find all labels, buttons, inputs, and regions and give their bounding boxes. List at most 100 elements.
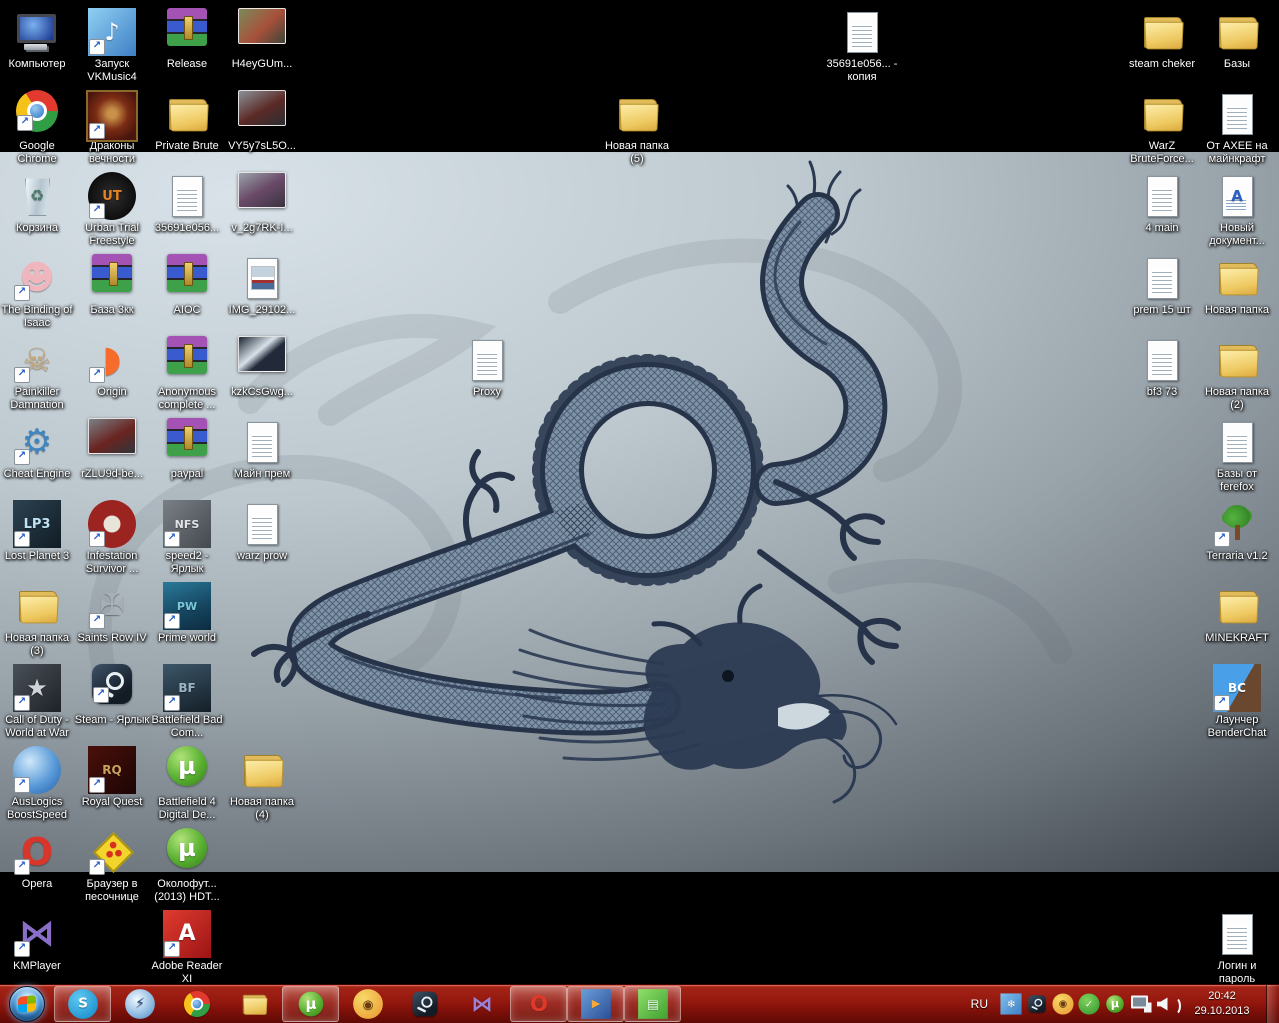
taskbar-button-windows-explorer[interactable] xyxy=(225,986,282,1022)
desktop-icon-battlefield-bc[interactable]: BF ↗ Battlefield Bad Com... xyxy=(149,664,225,740)
tray-icon-agent-online[interactable]: ✓ xyxy=(1077,993,1100,1016)
show-desktop-button[interactable] xyxy=(1266,985,1279,1023)
desktop-icon-auslogics-boostspeed[interactable]: ↗ AusLogics BoostSpeed xyxy=(0,746,75,822)
taskbar-button-chrome[interactable] xyxy=(168,986,225,1022)
desktop-icon-prime-world[interactable]: PW ↗ Prime world xyxy=(149,582,225,645)
desktop-icon-4-main[interactable]: 4 main xyxy=(1124,172,1200,235)
warz-bruteforce-icon xyxy=(1138,90,1186,138)
language-indicator[interactable]: RU xyxy=(963,997,996,1011)
desktop-icon-anonymous-complete[interactable]: Anonymous complete ... xyxy=(149,336,225,412)
desktop-icon-adobe-reader-xi[interactable]: A ↗ Adobe Reader XI xyxy=(149,910,225,986)
desktop-icon-royal-quest[interactable]: RQ ↗ Royal Quest xyxy=(74,746,150,809)
desktop-icon-h4eygum[interactable]: H4eyGUm... xyxy=(224,8,300,71)
desktop-icon-paypal[interactable]: paypal xyxy=(149,418,225,481)
desktop-icon-steam-cheker[interactable]: steam cheker xyxy=(1124,8,1200,71)
taskbar-button-windows-media-player[interactable]: ▶ xyxy=(567,986,624,1022)
desktop-icon-bazy-ot-ferefox[interactable]: Базы от ferefox xyxy=(1199,418,1275,494)
kmplayer-glyph: ⋈ xyxy=(470,991,493,1017)
desktop-icon-speed2[interactable]: NFS ↗ speed2 - Ярлык xyxy=(149,500,225,576)
desktop-icon-login-i-parol[interactable]: Логин и пароль xyxy=(1199,910,1275,986)
mediaget-icon: ◉ xyxy=(352,989,383,1019)
desktop-icon-aioc[interactable]: AIOC xyxy=(149,254,225,317)
desktop-icon-label: IMG_29102... xyxy=(228,304,296,316)
desktop-icon-v2g7rk[interactable]: v_2g7RK-I... xyxy=(224,172,300,235)
clock[interactable]: 20:42 29.10.2013 xyxy=(1184,989,1260,1019)
desktop-icon-urban-trial[interactable]: UT ↗ Urban Trial Freestyle xyxy=(74,172,150,248)
tray-icon-steam[interactable] xyxy=(1025,993,1048,1016)
taskbar-button-daemon-tools[interactable]: ⚡ xyxy=(111,986,168,1022)
shortcut-arrow-overlay: ↗ xyxy=(93,687,109,703)
painkiller-damnation-icon: ☠ ↗ xyxy=(13,336,61,384)
taskbar-button-utorrent[interactable]: µ xyxy=(282,986,339,1022)
desktop-icon-kzkcsgwg[interactable]: kzkCsGwg... xyxy=(224,336,300,399)
desktop-icon-release[interactable]: Release xyxy=(149,8,225,71)
desktop-icon-new-document[interactable]: A Новый документ... xyxy=(1199,172,1275,248)
start-button[interactable] xyxy=(0,985,54,1023)
taskbar-button-kmplayer[interactable]: ⋈ xyxy=(453,986,510,1022)
desktop-icon-painkiller-damnation[interactable]: ☠ ↗ Painkiller Damnation xyxy=(0,336,75,412)
tray-icon-utorrent[interactable]: µ xyxy=(1103,993,1126,1016)
desktop-icon-binding-of-isaac[interactable]: ☻ ↗ The Binding of Isaac xyxy=(0,254,75,330)
desktop-icon-new-folder-5[interactable]: Новая папка (5) xyxy=(599,90,675,166)
desktop-icon-warz-prow[interactable]: warz prow xyxy=(224,500,300,563)
desktop-icon-label: VY5y7sL5O... xyxy=(228,140,296,152)
desktop-icon-terraria[interactable]: ↗ Terraria v1.2 xyxy=(1199,500,1275,563)
desktop-icon-okolofutbola-torrent[interactable]: µ Околофут... (2013) HDT... xyxy=(149,828,225,904)
desktop-icon-drakony-vechnosti[interactable]: ↗ Драконы вечности xyxy=(74,90,150,166)
desktop-icon-main-prem[interactable]: Майн прем xyxy=(224,418,300,481)
desktop-icon-lost-planet-3[interactable]: LP3 ↗ Lost Planet 3 xyxy=(0,500,75,563)
taskbar-button-steam[interactable] xyxy=(396,986,453,1022)
desktop-icon-label: KMPlayer xyxy=(13,960,61,972)
desktop-icon-doc-35691e056-copy[interactable]: 35691e056... - копия xyxy=(824,8,900,84)
tray-icon-mediaget[interactable]: ◉ xyxy=(1051,993,1074,1016)
new-folder-icon xyxy=(1213,254,1261,302)
desktop-icon-new-folder-4[interactable]: Новая папка (4) xyxy=(224,746,300,822)
desktop-icon-img-29102[interactable]: IMG_29102... xyxy=(224,254,300,317)
desktop-icon-new-folder-3[interactable]: Новая папка (3) xyxy=(0,582,75,658)
desktop-icon-new-folder-2[interactable]: Новая папка (2) xyxy=(1199,336,1275,412)
desktop-icon-kmplayer[interactable]: ⋈ ↗ KMPlayer xyxy=(0,910,75,973)
desktop-icon-private-brute[interactable]: Private Brute xyxy=(149,90,225,153)
urban-trial-icon: UT ↗ xyxy=(88,172,136,220)
desktop-icon-doc-35691e056[interactable]: 35691e056... xyxy=(149,172,225,235)
desktop-icon-minekraft[interactable]: MINEKRAFT xyxy=(1199,582,1275,645)
taskbar-button-opera[interactable]: O xyxy=(510,986,567,1022)
desktop-icon-call-of-duty-waw[interactable]: ★ ↗ Call of Duty - World at War xyxy=(0,664,75,740)
desktop-icon-rzlu9d[interactable]: rZLU9d-be... xyxy=(74,418,150,481)
desktop-icon-ot-axee[interactable]: От AXEE на майнкрафт xyxy=(1199,90,1275,166)
desktop-icon-sandbox-browser[interactable]: ↗ Браузер в песочнице xyxy=(74,828,150,904)
desktop-icon-label: H4eyGUm... xyxy=(231,58,293,70)
desktop-icon-vkmusic4[interactable]: ♪ ↗ Запуск VKMusic4 xyxy=(74,8,150,84)
desktop-icon-battlefield-4-torrent[interactable]: µ Battlefield 4 Digital De... xyxy=(149,746,225,822)
desktop-icon-launcher-benderchat[interactable]: BC ↗ Лаунчер BenderChat xyxy=(1199,664,1275,740)
tray-icon-vkmusic[interactable]: ❄ xyxy=(999,993,1022,1016)
desktop-icon-cheat-engine[interactable]: ⚙ ↗ Cheat Engine xyxy=(0,418,75,481)
desktop-icon-label: Новая папка (3) xyxy=(4,632,70,657)
skype-icon: S xyxy=(67,989,98,1019)
desktop-icon-opera[interactable]: O ↗ Opera xyxy=(0,828,75,891)
tray-icon-volume[interactable] xyxy=(1155,993,1181,1016)
shortcut-arrow-overlay: ↗ xyxy=(89,367,105,383)
desktop-icon-baza-3kk[interactable]: База 3кк xyxy=(74,254,150,317)
desktop-icon-steam-shortcut[interactable]: ↗ Steam - Ярлык xyxy=(74,664,150,727)
desktop-icon-bazy[interactable]: Базы xyxy=(1199,8,1275,71)
desktop-icon-computer[interactable]: Компьютер xyxy=(0,8,75,71)
desktop-icon-recycle-bin[interactable]: ♻ Корзина xyxy=(0,172,75,235)
desktop-icon-infestation[interactable]: ↗ Infestation Survivor ... xyxy=(74,500,150,576)
taskbar-button-mediaget[interactable]: ◉ xyxy=(339,986,396,1022)
new-folder-5-icon xyxy=(613,90,661,138)
desktop-icon-google-chrome[interactable]: ↗ Google Chrome xyxy=(0,90,75,166)
taskbar-button-notepad[interactable]: ▤ xyxy=(624,986,681,1022)
tray-icon-network[interactable] xyxy=(1129,993,1152,1016)
desktop-icon-saints-row-iv[interactable]: ✠ ↗ Saints Row IV xyxy=(74,582,150,645)
desktop-icon-new-folder[interactable]: Новая папка xyxy=(1199,254,1275,317)
desktop-icon-proxy[interactable]: Proxy xyxy=(449,336,525,399)
desktop-icon-prem-15[interactable]: prem 15 шт xyxy=(1124,254,1200,317)
desktop-icon-vy5y7sl5o[interactable]: VY5y7sL5O... xyxy=(224,90,300,153)
desktop-icon-warz-bruteforce[interactable]: WarZ BruteForce... xyxy=(1124,90,1200,166)
desktop-icon-label: kzkCsGwg... xyxy=(231,386,293,398)
desktop-icon-bf3-73[interactable]: bf3 73 xyxy=(1124,336,1200,399)
taskbar-button-skype[interactable]: S xyxy=(54,986,111,1022)
rzlu9d-icon xyxy=(88,418,136,454)
desktop-icon-origin[interactable]: ◗ ↗ Origin xyxy=(74,336,150,399)
